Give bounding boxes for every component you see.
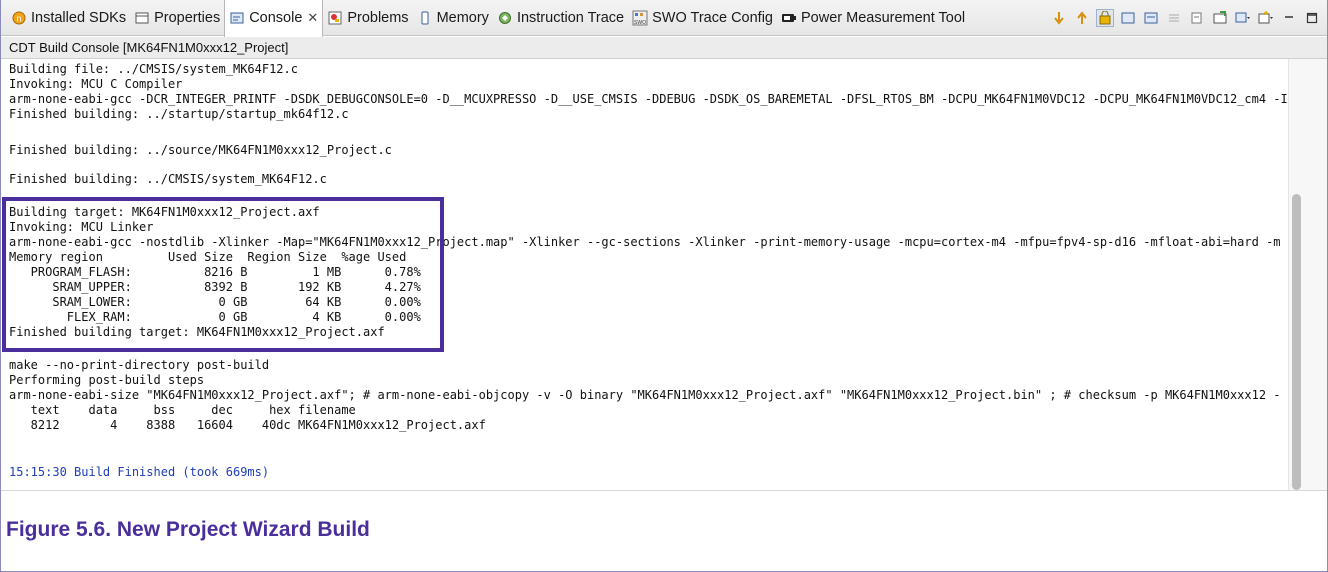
pin-console-icon[interactable] — [1188, 9, 1206, 27]
memory-icon — [417, 10, 433, 26]
console-line: Finished building: ../source/MK64FN1M0xx… — [9, 143, 392, 157]
console-icon — [229, 10, 245, 26]
console-line: arm-none-eabi-gcc -DCR_INTEGER_PRINTF -D… — [9, 92, 1288, 106]
build-finished-status: 15:15:30 Build Finished (took 669ms) — [9, 465, 270, 479]
tab-power-measurement[interactable]: Power Measurement Tool — [777, 0, 969, 36]
new-console-icon[interactable] — [1257, 9, 1275, 27]
tab-swo-trace-config[interactable]: SWO SWO Trace Config — [628, 0, 777, 36]
close-icon[interactable]: ✕ — [307, 10, 318, 26]
minimize-icon[interactable] — [1280, 9, 1298, 27]
console-line: Performing post-build steps — [9, 373, 205, 387]
tab-label: Power Measurement Tool — [801, 9, 966, 26]
show-console-icon[interactable] — [1165, 9, 1183, 27]
open-console-icon[interactable] — [1211, 9, 1229, 27]
console-toolbar — [1050, 0, 1321, 36]
tab-label: Instruction Trace — [516, 9, 625, 26]
tab-installed-sdks[interactable]: n Installed SDKs — [7, 0, 130, 36]
console-line: arm-none-eabi-size "MK64FN1M0xxx12_Proje… — [9, 388, 1281, 402]
tab-instruction-trace[interactable]: Instruction Trace — [493, 0, 628, 36]
tab-label: SWO Trace Config — [652, 9, 773, 26]
scroll-up-icon[interactable] — [1073, 9, 1091, 27]
maximize-icon[interactable] — [1303, 9, 1321, 27]
divider — [1, 490, 1327, 491]
console-line: text data bss dec hex filename — [9, 403, 356, 417]
console-line: make --no-print-directory post-build — [9, 358, 270, 372]
word-wrap-icon[interactable] — [1142, 9, 1160, 27]
console-line: 8212 4 8388 16604 40dc MK64FN1M0xxx12_Pr… — [9, 418, 486, 432]
tab-console[interactable]: Console ✕ — [224, 0, 324, 37]
scroll-lock-icon[interactable] — [1096, 9, 1114, 27]
clear-console-icon[interactable] — [1119, 9, 1137, 27]
console-line: Building file: ../CMSIS/system_MK64F12.c — [9, 62, 298, 76]
tab-label: Problems — [347, 9, 409, 26]
vertical-scrollbar[interactable] — [1288, 59, 1327, 490]
sdk-icon: n — [11, 10, 27, 26]
tab-label: Console — [249, 10, 303, 26]
display-console-icon[interactable] — [1234, 9, 1252, 27]
tab-problems[interactable]: Problems — [323, 0, 412, 36]
console-title: CDT Build Console [MK64FN1M0xxx12_Projec… — [1, 37, 1327, 59]
power-icon — [781, 10, 797, 26]
trace-icon — [497, 10, 513, 26]
tab-label: Installed SDKs — [31, 9, 127, 26]
tab-memory[interactable]: Memory — [413, 0, 493, 36]
figure-caption: Figure 5.6. New Project Wizard Build — [6, 518, 370, 541]
properties-icon — [134, 10, 150, 26]
tab-label: Memory — [436, 9, 489, 26]
scroll-down-icon[interactable] — [1050, 9, 1068, 27]
svg-text:n: n — [16, 13, 21, 23]
console-line: Finished building: ../startup/startup_mk… — [9, 107, 349, 121]
scrollbar-thumb[interactable] — [1292, 194, 1301, 490]
view-tab-bar: n Installed SDKs Properties Console ✕ Pr… — [1, 0, 1327, 37]
tab-label: Properties — [154, 9, 221, 26]
console-line: Finished building: ../CMSIS/system_MK64F… — [9, 172, 327, 186]
problems-icon — [327, 10, 343, 26]
tab-properties[interactable]: Properties — [130, 0, 224, 36]
swo-icon: SWO — [632, 10, 648, 26]
console-line: Invoking: MCU C Compiler — [9, 77, 183, 91]
svg-text:SWO: SWO — [634, 20, 646, 26]
highlight-box — [2, 197, 444, 352]
console-output[interactable]: Building file: ../CMSIS/system_MK64F12.c… — [1, 59, 1288, 490]
